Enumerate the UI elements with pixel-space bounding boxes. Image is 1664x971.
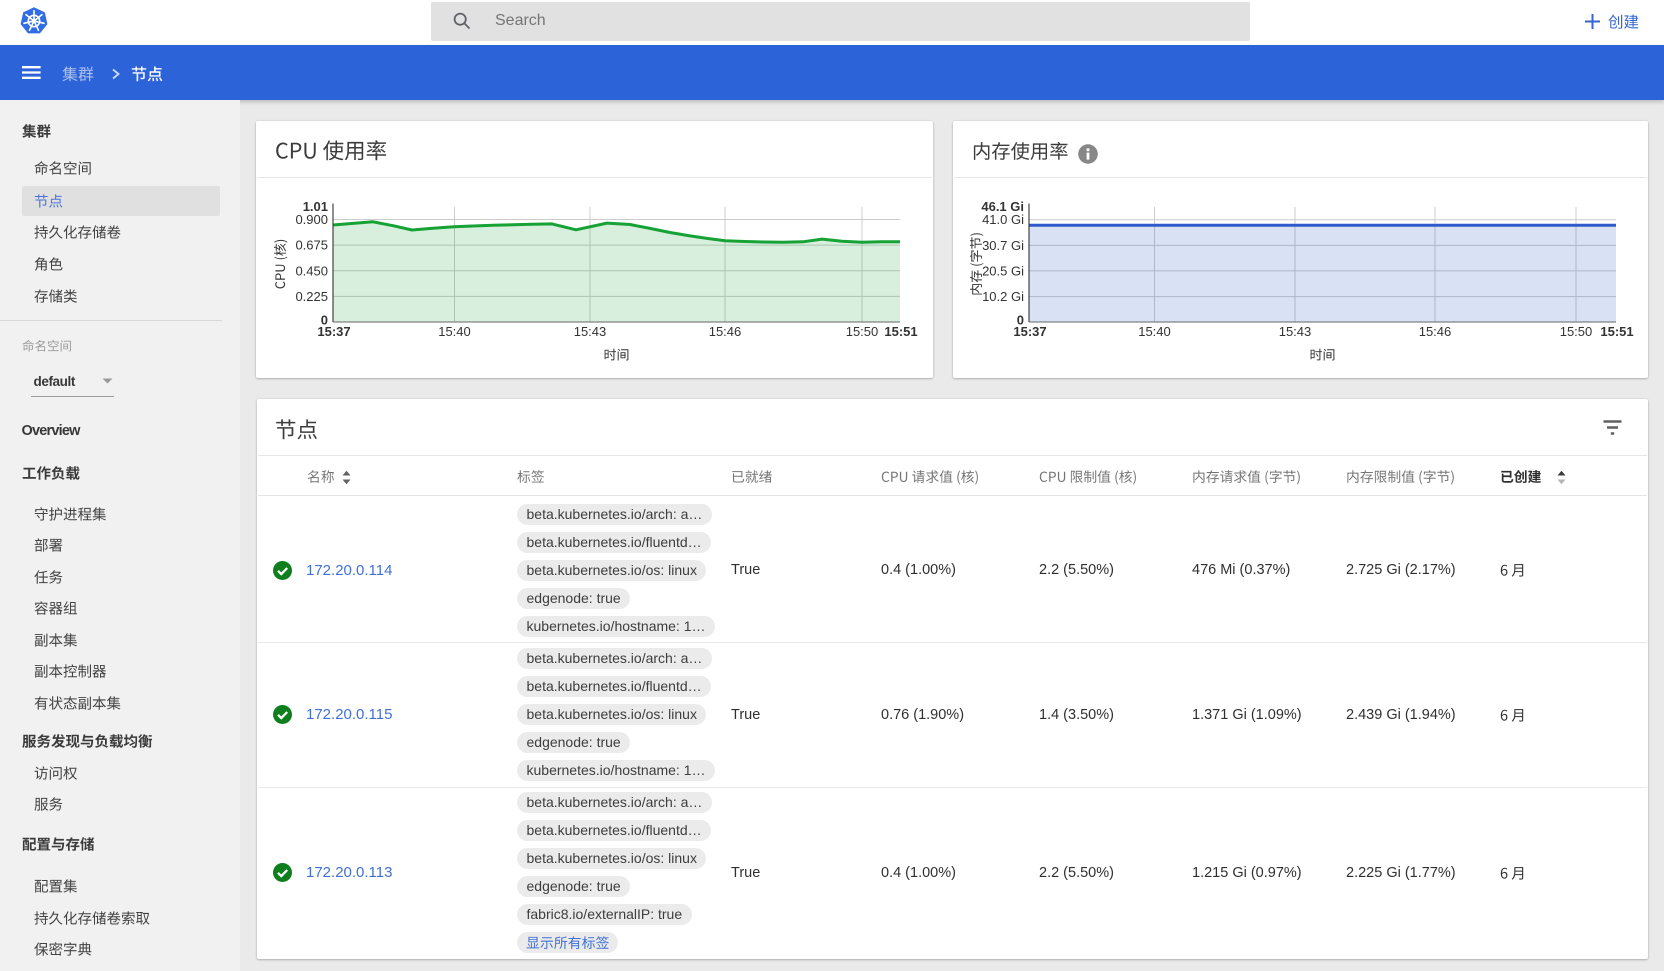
svg-text:15:46: 15:46	[709, 324, 742, 339]
svg-text:15:46: 15:46	[1419, 324, 1452, 339]
svg-text:0.675: 0.675	[295, 238, 328, 253]
svg-text:15:50: 15:50	[1560, 324, 1593, 339]
svg-text:20.5 Gi: 20.5 Gi	[982, 263, 1024, 278]
svg-text:0.225: 0.225	[295, 289, 328, 304]
svg-text:15:37: 15:37	[317, 324, 350, 339]
svg-text:15:37: 15:37	[1013, 324, 1046, 339]
svg-text:15:40: 15:40	[1138, 324, 1171, 339]
svg-text:10.2 Gi: 10.2 Gi	[982, 289, 1024, 304]
svg-text:15:51: 15:51	[1600, 324, 1633, 339]
svg-text:15:43: 15:43	[1279, 324, 1312, 339]
svg-text:15:43: 15:43	[574, 324, 607, 339]
svg-text:15:50: 15:50	[846, 324, 879, 339]
svg-text:0.900: 0.900	[295, 212, 328, 227]
svg-text:15:40: 15:40	[438, 324, 471, 339]
svg-text:15:51: 15:51	[884, 324, 917, 339]
svg-text:30.7 Gi: 30.7 Gi	[982, 238, 1024, 253]
svg-text:0.450: 0.450	[295, 263, 328, 278]
svg-text:41.0 Gi: 41.0 Gi	[982, 212, 1024, 227]
